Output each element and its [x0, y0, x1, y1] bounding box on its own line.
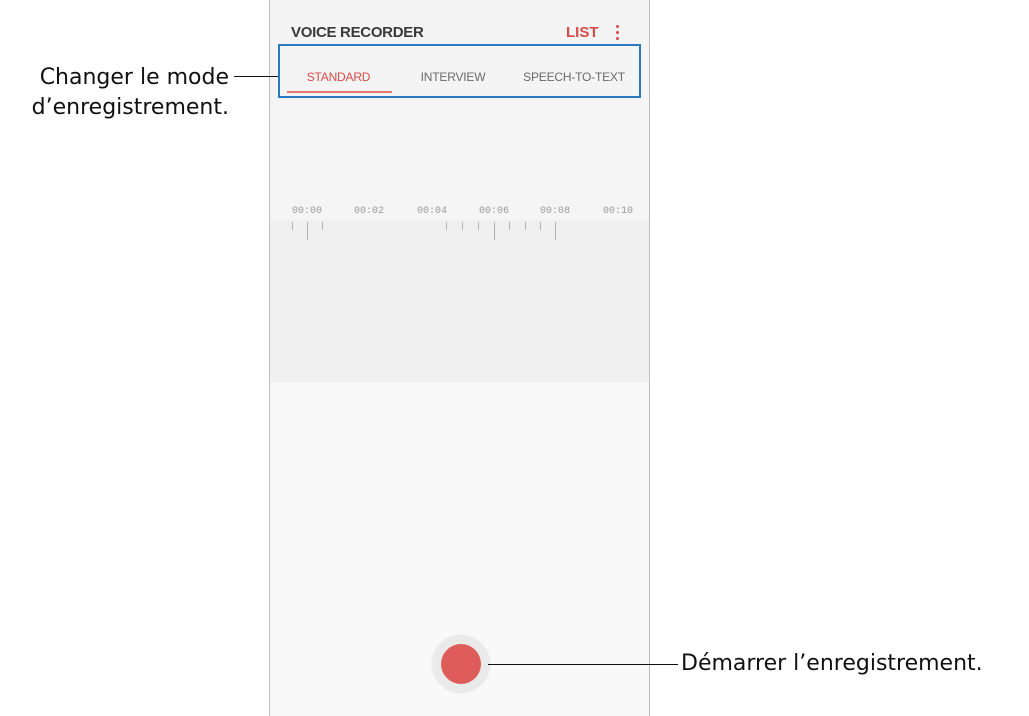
- recording-mode-tabs: STANDARD INTERVIEW SPEECH-TO-TEXT: [277, 56, 642, 98]
- timeline-tick-mark: [478, 222, 479, 230]
- timeline-tick-mark: [525, 222, 526, 230]
- manual-figure: VOICE RECORDER LIST STANDARD INTERVIEW S…: [0, 0, 1029, 716]
- timeline-tick-mark: [292, 222, 293, 230]
- app-title: VOICE RECORDER: [291, 24, 424, 41]
- timeline-tick-mark: [540, 222, 541, 230]
- timeline-tick-mark: [494, 222, 495, 240]
- tab-speech-to-text[interactable]: SPEECH-TO-TEXT: [506, 56, 642, 98]
- tab-interview[interactable]: INTERVIEW: [400, 56, 506, 98]
- timeline-tick-label: 00:10: [602, 206, 634, 217]
- waveform-track: [270, 220, 649, 382]
- timeline-tick-mark: [509, 222, 510, 230]
- controls-area: [270, 382, 649, 716]
- app-bar: VOICE RECORDER LIST: [270, 0, 649, 56]
- phone-screen: VOICE RECORDER LIST STANDARD INTERVIEW S…: [269, 0, 650, 716]
- timeline-area: 00:00 00:02 00:04 00:06 00:08 00:10: [270, 100, 649, 382]
- timeline-tick-mark: [322, 222, 323, 230]
- timeline-tick-label: 00:08: [539, 206, 571, 217]
- timeline-tick-mark: [462, 222, 463, 230]
- record-button[interactable]: [433, 636, 489, 692]
- timeline-tick-label: 00:00: [291, 206, 323, 217]
- timeline-tick-label: 00:04: [416, 206, 448, 217]
- timeline-tick-label: 00:06: [478, 206, 510, 217]
- record-icon: [441, 644, 481, 684]
- mode-callout-line1: Changer le mode: [39, 65, 229, 90]
- timeline-tick-label: 00:02: [353, 206, 385, 217]
- timeline-tick-mark: [307, 222, 308, 240]
- mode-callout: Changer le mode d’enregistrement.: [32, 63, 229, 123]
- start-leader-line: [488, 664, 678, 665]
- timeline-tick-mark: [555, 222, 556, 240]
- list-button[interactable]: LIST: [566, 24, 599, 41]
- start-callout: Démarrer l’enregistrement.: [681, 651, 983, 676]
- mode-leader-line: [234, 76, 278, 77]
- more-vertical-icon[interactable]: [613, 25, 623, 43]
- tab-standard[interactable]: STANDARD: [277, 56, 400, 98]
- mode-callout-line2: d’enregistrement.: [31, 95, 229, 120]
- timeline-tick-mark: [446, 222, 447, 230]
